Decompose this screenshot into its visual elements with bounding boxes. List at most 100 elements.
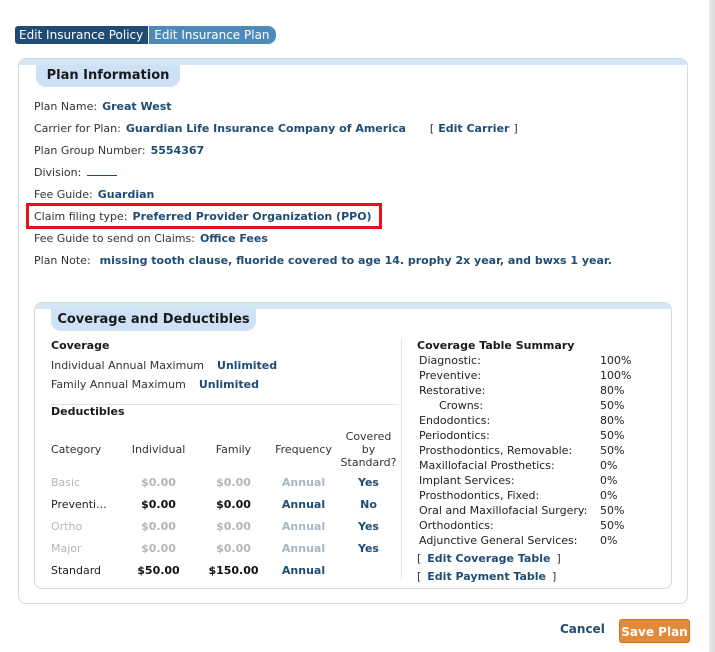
row-individual: $50.00 <box>137 563 180 577</box>
table-row: Basic $0.00 $0.00 Annual Yes <box>51 471 401 493</box>
family-max-value: Unlimited <box>198 378 259 391</box>
group-number-label: Plan Group Number: <box>34 144 146 157</box>
summary-row: Prosthodontics, Fixed: 0% <box>417 488 667 503</box>
summary-pct: 50% <box>600 519 625 532</box>
row-family: $0.00 <box>216 497 251 511</box>
edit-coverage-link-wrap: [Edit Coverage Table] <box>417 552 561 565</box>
summary-pct: 100% <box>600 369 632 382</box>
row-covered: No <box>360 497 377 511</box>
coverage-left: Coverage Individual Annual Maximum Unlimi… <box>51 339 399 418</box>
deductibles-header-row: Category Individual Family Frequency Cov… <box>51 427 401 471</box>
table-row: Preventi... $0.00 $0.00 Annual No <box>51 493 401 515</box>
deductibles-table: Category Individual Family Frequency Cov… <box>51 427 401 581</box>
coverage-heading: Coverage <box>51 339 110 352</box>
summary-name: Crowns: <box>439 399 484 412</box>
row-individual: $0.00 <box>141 541 176 555</box>
tab-edit-insurance-plan[interactable]: Edit Insurance Plan <box>149 26 276 44</box>
plan-name-row: Plan Name: Great West <box>34 100 172 113</box>
coverage-panel: Coverage and Deductibles Coverage Indivi… <box>34 302 672 589</box>
summary-row: Oral and Maxillofacial Surgery: 50% <box>417 503 667 518</box>
summary-row: Implant Services: 0% <box>417 473 667 488</box>
summary-name: Adjunctive General Services: <box>419 534 578 547</box>
summary-name: Prosthodontics, Fixed: <box>419 489 540 502</box>
summary-row: Diagnostic: 100% <box>417 353 667 368</box>
row-category: Preventi... <box>51 497 107 511</box>
summary-row: Orthodontics: 50% <box>417 518 667 533</box>
plan-information-title: Plan Information <box>36 65 180 87</box>
header-covered-by-standard: Covered by Standard? <box>336 427 401 471</box>
header-family: Family <box>215 442 252 456</box>
claim-type-highlight-box <box>26 203 382 229</box>
cancel-button[interactable]: Cancel <box>560 622 605 636</box>
row-category: Basic <box>51 475 81 489</box>
row-category: Major <box>51 541 82 555</box>
summary-pct: 50% <box>600 399 625 412</box>
summary-row: Preventive: 100% <box>417 368 667 383</box>
row-individual: $0.00 <box>141 519 176 533</box>
division-blank <box>87 168 118 176</box>
summary-name: Restorative: <box>419 384 486 397</box>
row-covered <box>336 559 401 581</box>
summary-row: Crowns: 50% <box>417 398 667 413</box>
summary-name: Oral and Maxillofacial Surgery: <box>419 504 588 517</box>
summary-row: Prosthodontics, Removable: 50% <box>417 443 667 458</box>
summary-pct: 50% <box>600 429 625 442</box>
row-frequency: Annual <box>281 497 326 511</box>
carrier-value: Guardian Life Insurance Company of Ameri… <box>125 122 406 135</box>
summary-pct: 80% <box>600 384 625 397</box>
plan-panel: Plan Information Plan Name: Great West Ca… <box>18 58 688 604</box>
summary-pct: 0% <box>600 474 618 487</box>
plan-note-value: missing tooth clause, fluoride covered t… <box>99 254 612 267</box>
tab-edit-insurance-policy[interactable]: Edit Insurance Policy <box>15 26 149 44</box>
fee-guide-claims-label: Fee Guide to send on Claims: <box>34 232 195 245</box>
coverage-summary: Coverage Table Summary Diagnostic: 100% P… <box>417 339 667 586</box>
summary-pct: 50% <box>600 504 625 517</box>
row-frequency: Annual <box>281 541 326 555</box>
summary-pct: 100% <box>600 354 632 367</box>
summary-row: Adjunctive General Services: 0% <box>417 533 667 548</box>
division-row: Division: <box>34 166 118 179</box>
save-plan-button[interactable]: Save Plan <box>619 619 690 643</box>
edit-payment-table-link[interactable]: Edit Payment Table <box>427 570 546 583</box>
header-covered-line2: by <box>361 442 376 456</box>
row-family: $0.00 <box>216 541 251 555</box>
edit-carrier-link-wrap: [Edit Carrier] <box>429 122 518 135</box>
summary-pct: 50% <box>600 444 625 457</box>
deductibles-heading: Deductibles <box>51 405 125 418</box>
summary-row: Periodontics: 50% <box>417 428 667 443</box>
plan-name-value: Great West <box>102 100 172 113</box>
summary-pct: 0% <box>600 489 618 502</box>
row-frequency: Annual <box>281 563 326 577</box>
row-frequency: Annual <box>281 475 326 489</box>
summary-name: Implant Services: <box>419 474 515 487</box>
plan-note-label: Plan Note: <box>34 254 91 267</box>
summary-name: Preventive: <box>419 369 482 382</box>
fee-guide-claims-row: Fee Guide to send on Claims: Office Fees <box>34 232 268 245</box>
fee-guide-claims-value: Office Fees <box>199 232 268 245</box>
fee-guide-label: Fee Guide: <box>34 188 93 201</box>
fee-guide-value: Guardian <box>97 188 155 201</box>
family-max-label: Family Annual Maximum <box>51 378 186 391</box>
row-covered: Yes <box>358 475 379 489</box>
plan-note-row: Plan Note: missing tooth clause, fluoride… <box>34 254 612 267</box>
row-family: $0.00 <box>216 519 251 533</box>
edit-carrier-link[interactable]: Edit Carrier <box>438 122 509 135</box>
summary-row: Restorative: 80% <box>417 383 667 398</box>
summary-name: Diagnostic: <box>419 354 481 367</box>
header-category: Category <box>51 442 102 456</box>
header-covered-line1: Covered <box>345 429 392 443</box>
carrier-label: Carrier for Plan: <box>34 122 121 135</box>
row-covered: Yes <box>358 519 379 533</box>
summary-pct: 0% <box>600 459 618 472</box>
header-individual: Individual <box>131 442 186 456</box>
edit-coverage-table-link[interactable]: Edit Coverage Table <box>427 552 550 565</box>
row-family: $150.00 <box>208 563 259 577</box>
summary-row: Maxillofacial Prosthetics: 0% <box>417 458 667 473</box>
division-label: Division: <box>34 166 82 179</box>
table-row: Ortho $0.00 $0.00 Annual Yes <box>51 515 401 537</box>
window-edge <box>709 0 715 652</box>
row-category: Ortho <box>51 519 83 533</box>
row-frequency: Annual <box>281 519 326 533</box>
family-max-row: Family Annual Maximum Unlimited <box>51 378 399 391</box>
coverage-deductibles-title: Coverage and Deductibles <box>51 309 256 331</box>
